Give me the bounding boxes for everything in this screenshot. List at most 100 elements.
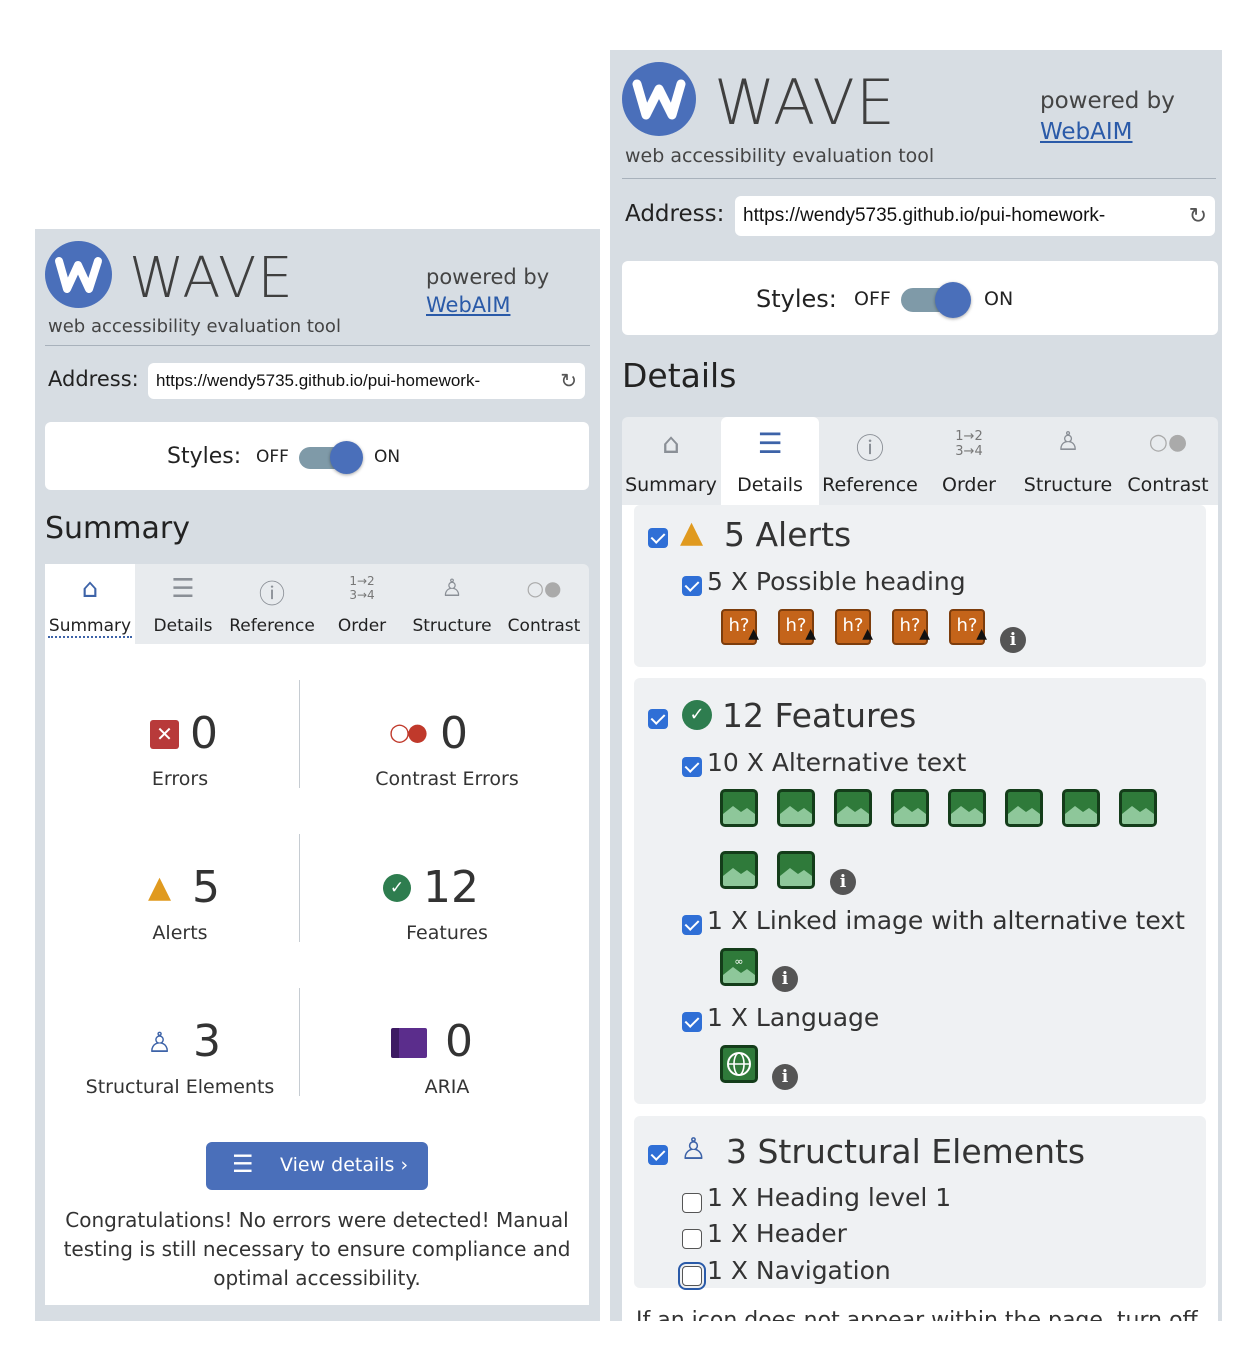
errors-count: 0 bbox=[190, 708, 218, 759]
alerts-card: ▲ 5 Alerts 5 X Possible heading h? ▲ h? ▲ … bbox=[634, 505, 1206, 667]
tab-order-label: Order bbox=[337, 616, 387, 636]
alt-text-image-icon[interactable] bbox=[1005, 789, 1043, 827]
tab-order[interactable]: 1→2 3→4 Order bbox=[920, 417, 1018, 505]
stat-structural-elements[interactable]: ♙ 3 Structural Elements bbox=[55, 1012, 305, 1112]
info-icon[interactable]: i bbox=[1000, 627, 1026, 653]
errors-label: Errors bbox=[151, 768, 209, 790]
navigation-checkbox[interactable] bbox=[678, 1262, 706, 1290]
styles-off-label: OFF bbox=[854, 288, 891, 310]
alt-text-image-icon[interactable] bbox=[834, 789, 872, 827]
possible-heading-icon[interactable]: h? ▲ bbox=[721, 609, 759, 645]
alert-icon: ▲ bbox=[680, 515, 704, 550]
wave-details-panel: WAVE web accessibility evaluation tool p… bbox=[610, 50, 1222, 1321]
tab-summary-label: Summary bbox=[625, 474, 717, 496]
stat-contrast-errors[interactable]: ○● 0 Contrast Errors bbox=[305, 704, 589, 804]
styles-label: Styles: bbox=[756, 285, 837, 313]
stat-alerts[interactable]: ▲ 5 Alerts bbox=[55, 858, 305, 958]
address-field[interactable]: https://wendy5735.github.io/pui-homework… bbox=[735, 196, 1215, 236]
alt-text-image-icon[interactable] bbox=[948, 789, 986, 827]
alerts-count: 5 bbox=[192, 862, 220, 913]
aria-icon bbox=[391, 1028, 427, 1058]
language-icon[interactable] bbox=[720, 1045, 758, 1083]
stat-features[interactable]: ✓ 12 Features bbox=[305, 858, 589, 958]
possible-heading-checkbox[interactable] bbox=[682, 576, 702, 596]
reload-icon[interactable]: ↻ bbox=[1184, 203, 1207, 229]
alt-text-image-icon[interactable] bbox=[891, 789, 929, 827]
heading-level-1-checkbox[interactable] bbox=[682, 1193, 702, 1213]
tab-structure[interactable]: ♙ Structure bbox=[1018, 417, 1118, 505]
warning-icon: ▲ bbox=[976, 626, 987, 642]
tab-reference[interactable]: ⓘ Reference bbox=[820, 417, 920, 505]
alt-text-image-icon[interactable] bbox=[1119, 789, 1157, 827]
features-count: 12 bbox=[423, 862, 479, 913]
alt-text-image-icon[interactable] bbox=[777, 851, 815, 889]
styles-toggle-card: Styles: OFF ON bbox=[622, 261, 1218, 335]
alt-text-image-icon[interactable] bbox=[1062, 789, 1100, 827]
tab-details[interactable]: ☰ Details bbox=[139, 564, 227, 644]
possible-heading-icon[interactable]: h? ▲ bbox=[835, 609, 873, 645]
tab-summary[interactable]: ⌂ Summary bbox=[622, 417, 720, 505]
possible-heading-icon[interactable]: h? ▲ bbox=[949, 609, 987, 645]
tab-reference[interactable]: ⓘ Reference bbox=[227, 564, 317, 644]
tab-details[interactable]: ☰ Details bbox=[721, 417, 819, 505]
info-icon: ⓘ bbox=[855, 432, 884, 465]
structure-checkbox[interactable] bbox=[648, 1145, 668, 1165]
tab-order[interactable]: 1→2 3→4 Order bbox=[317, 564, 407, 644]
alerts-checkbox[interactable] bbox=[648, 528, 668, 548]
alt-text-image-icon[interactable] bbox=[720, 851, 758, 889]
styles-toggle-knob[interactable] bbox=[935, 282, 971, 318]
tab-contrast[interactable]: ○● Contrast bbox=[499, 564, 589, 644]
warning-icon: ▲ bbox=[748, 626, 759, 642]
svg-text:∞: ∞ bbox=[734, 955, 743, 968]
linked-image-checkbox[interactable] bbox=[682, 915, 702, 935]
feature-icon: ✓ bbox=[682, 700, 712, 730]
stat-aria[interactable]: 0 ARIA bbox=[305, 1012, 589, 1112]
features-checkbox[interactable] bbox=[648, 709, 668, 729]
heading-level-1-label: 1 X Heading level 1 bbox=[707, 1183, 952, 1212]
powered-by: powered by bbox=[426, 265, 550, 289]
features-heading: 12 Features bbox=[722, 696, 917, 735]
possible-heading-icon[interactable]: h? ▲ bbox=[778, 609, 816, 645]
wave-title: WAVE bbox=[129, 246, 294, 311]
info-icon[interactable]: i bbox=[830, 869, 856, 895]
header-checkbox[interactable] bbox=[682, 1229, 702, 1249]
info-icon[interactable]: i bbox=[772, 1064, 798, 1090]
styles-on-label: ON bbox=[374, 447, 401, 467]
contrast-errors-label: Contrast Errors bbox=[375, 768, 519, 790]
tab-reference-label: Reference bbox=[229, 616, 315, 636]
tab-reference-label: Reference bbox=[822, 474, 918, 496]
linked-image-icon[interactable]: ∞ bbox=[720, 948, 758, 986]
order-icon: 1→2 3→4 bbox=[349, 574, 375, 602]
address-url[interactable]: https://wendy5735.github.io/pui-homework… bbox=[156, 371, 480, 391]
language-checkbox[interactable] bbox=[682, 1012, 702, 1032]
alt-text-checkbox[interactable] bbox=[682, 757, 702, 777]
stat-errors[interactable]: ✕ 0 Errors bbox=[55, 704, 305, 804]
structure-label: Structural Elements bbox=[85, 1076, 275, 1098]
alerts-heading: 5 Alerts bbox=[724, 515, 852, 554]
warning-icon: ▲ bbox=[805, 626, 816, 642]
tab-structure[interactable]: ♙ Structure bbox=[407, 564, 497, 644]
alt-text-image-icon[interactable] bbox=[777, 789, 815, 827]
styles-toggle-knob[interactable] bbox=[330, 441, 363, 474]
webaim-link[interactable]: WebAIM bbox=[426, 293, 510, 317]
contrast-errors-count: 0 bbox=[440, 708, 468, 759]
address-field[interactable]: https://wendy5735.github.io/pui-homework… bbox=[148, 363, 585, 399]
tab-summary-label: Summary bbox=[48, 616, 132, 638]
alt-text-label: 10 X Alternative text bbox=[707, 748, 967, 777]
features-card: ✓ 12 Features 10 X Alternative text i 1 … bbox=[634, 678, 1206, 1104]
tab-details-label: Details bbox=[737, 474, 803, 496]
tab-contrast[interactable]: ○● Contrast bbox=[1118, 417, 1218, 505]
address-url[interactable]: https://wendy5735.github.io/pui-homework… bbox=[743, 205, 1105, 227]
features-label: Features bbox=[406, 922, 488, 944]
tab-summary[interactable]: ⌂ Summary bbox=[45, 564, 135, 644]
alt-text-image-icon[interactable] bbox=[720, 789, 758, 827]
reload-icon[interactable]: ↻ bbox=[556, 368, 577, 394]
tab-structure-label: Structure bbox=[412, 616, 492, 636]
view-details-button[interactable]: ☰ View details › bbox=[206, 1142, 428, 1190]
details-heading: Details bbox=[622, 356, 737, 395]
warning-icon: ▲ bbox=[862, 626, 873, 642]
list-icon: ☰ bbox=[757, 427, 783, 460]
webaim-link[interactable]: WebAIM bbox=[1040, 119, 1133, 145]
possible-heading-icon[interactable]: h? ▲ bbox=[892, 609, 930, 645]
info-icon[interactable]: i bbox=[772, 966, 798, 992]
